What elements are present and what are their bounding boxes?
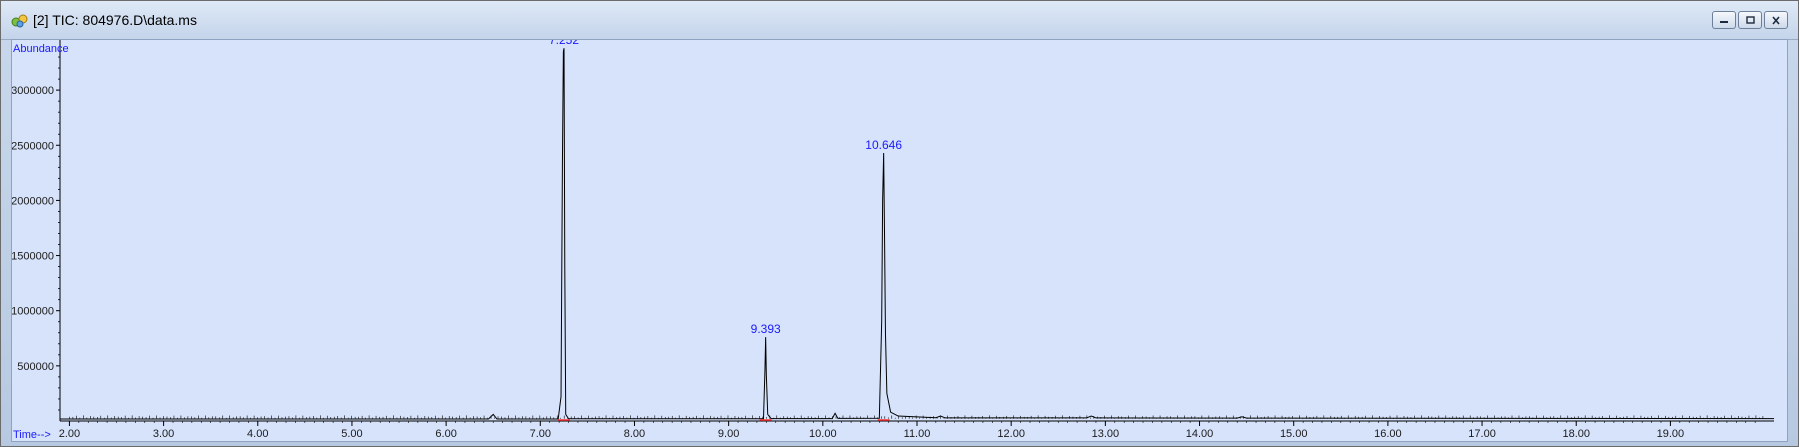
x-tick-label: 8.00 bbox=[624, 428, 645, 440]
x-tick-label: 7.00 bbox=[530, 428, 551, 440]
window-controls bbox=[1712, 11, 1788, 29]
title-bar[interactable]: [2] TIC: 804976.D\data.ms bbox=[1, 1, 1798, 40]
x-tick-label: 9.00 bbox=[718, 428, 739, 440]
close-button[interactable] bbox=[1764, 11, 1788, 29]
x-tick-label: 10.00 bbox=[809, 428, 837, 440]
x-tick-label: 19.00 bbox=[1657, 428, 1685, 440]
peak-label[interactable]: 9.393 bbox=[751, 322, 781, 336]
x-tick-label: 2.00 bbox=[59, 428, 80, 440]
y-tick-label: 3000000 bbox=[12, 85, 54, 97]
y-tick-label: 1000000 bbox=[12, 306, 54, 318]
x-tick-label: 18.00 bbox=[1562, 428, 1590, 440]
restore-icon bbox=[1746, 15, 1755, 24]
x-tick-label: 12.00 bbox=[997, 428, 1025, 440]
x-axis-label: Time--> bbox=[13, 429, 51, 441]
y-tick-label: 1500000 bbox=[12, 251, 54, 263]
minimize-button[interactable] bbox=[1712, 11, 1736, 29]
x-tick-label: 17.00 bbox=[1468, 428, 1496, 440]
chromatogram-app-icon bbox=[11, 14, 28, 28]
x-tick-label: 6.00 bbox=[435, 428, 456, 440]
y-tick-label: 2500000 bbox=[12, 140, 54, 152]
x-tick-label: 4.00 bbox=[247, 428, 268, 440]
chromatogram-window: [2] TIC: 804976.D\data.ms Abundance Time-… bbox=[0, 0, 1799, 447]
y-tick-label: 500000 bbox=[17, 361, 54, 373]
x-tick-label: 11.00 bbox=[904, 428, 931, 440]
x-tick-label: 13.00 bbox=[1092, 428, 1120, 440]
y-axis-label: Abundance bbox=[13, 43, 69, 55]
tic-trace-line bbox=[60, 48, 1775, 420]
close-icon bbox=[1772, 15, 1780, 25]
x-tick-label: 14.00 bbox=[1186, 428, 1214, 440]
x-tick-label: 16.00 bbox=[1374, 428, 1402, 440]
x-tick-label: 5.00 bbox=[341, 428, 362, 440]
restore-button[interactable] bbox=[1738, 11, 1762, 29]
peak-label[interactable]: 10.646 bbox=[865, 138, 902, 152]
x-tick-label: 15.00 bbox=[1280, 428, 1308, 440]
x-tick-label: 3.00 bbox=[153, 428, 174, 440]
tic-chromatogram-chart[interactable]: Abundance Time--> 500000 1000000 1500000 2000… bbox=[12, 40, 1787, 441]
y-tick-label: 2000000 bbox=[12, 195, 54, 207]
peak-label[interactable]: 7.252 bbox=[549, 40, 579, 47]
chromatogram-plot-area[interactable]: Abundance Time--> 500000 1000000 1500000 2000… bbox=[11, 39, 1788, 442]
window-title: [2] TIC: 804976.D\data.ms bbox=[33, 12, 197, 28]
minimize-icon bbox=[1720, 21, 1728, 23]
